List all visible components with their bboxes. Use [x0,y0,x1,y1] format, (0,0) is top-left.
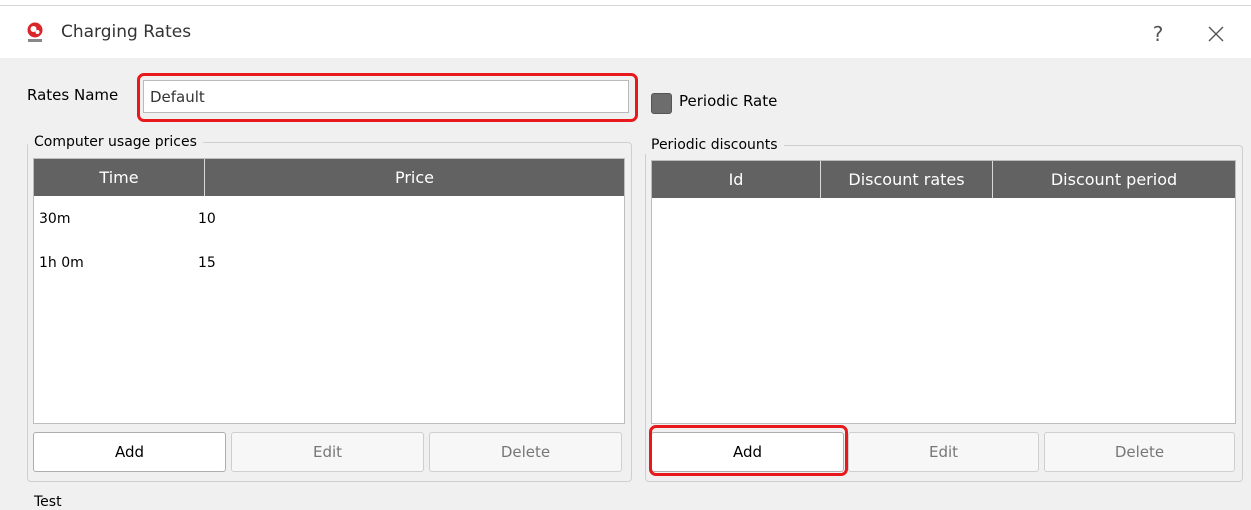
periodic-discounts-table: Id Discount rates Discount period [651,160,1236,424]
cell-time: 1h 0m [39,255,84,271]
window-title: Charging Rates [61,22,192,42]
column-header-discount-period[interactable]: Discount period [992,161,1235,198]
cell-price: 10 [198,211,216,227]
cell-price: 15 [198,255,216,271]
usage-prices-title: Computer usage prices [28,133,203,151]
column-header-id[interactable]: Id [652,161,820,198]
next-group-title: Test [34,494,62,510]
rates-name-input[interactable] [143,80,629,113]
column-header-price[interactable]: Price [204,159,624,196]
discounts-edit-button[interactable]: Edit [848,432,1039,472]
column-header-time[interactable]: Time [34,159,204,196]
app-logo-icon [27,22,43,42]
title-bar: Charging Rates ? [0,6,1251,58]
discounts-delete-button[interactable]: Delete [1044,432,1235,472]
periodic-rate-checkbox[interactable] [651,93,672,114]
usage-prices-table: Time Price 30m 10 1h 0m 15 [33,158,625,424]
close-button[interactable] [1198,16,1234,52]
cell-time: 30m [39,211,71,227]
discounts-add-button[interactable]: Add [651,432,844,472]
help-button[interactable]: ? [1140,16,1176,52]
rates-name-label: Rates Name [27,86,119,104]
usage-edit-button[interactable]: Edit [231,432,424,472]
column-header-discount-rates[interactable]: Discount rates [820,161,992,198]
usage-add-button[interactable]: Add [33,432,226,472]
periodic-discounts-title: Periodic discounts [645,136,784,154]
periodic-rate-label: Periodic Rate [679,92,778,110]
close-icon [1208,26,1224,42]
usage-delete-button[interactable]: Delete [429,432,622,472]
